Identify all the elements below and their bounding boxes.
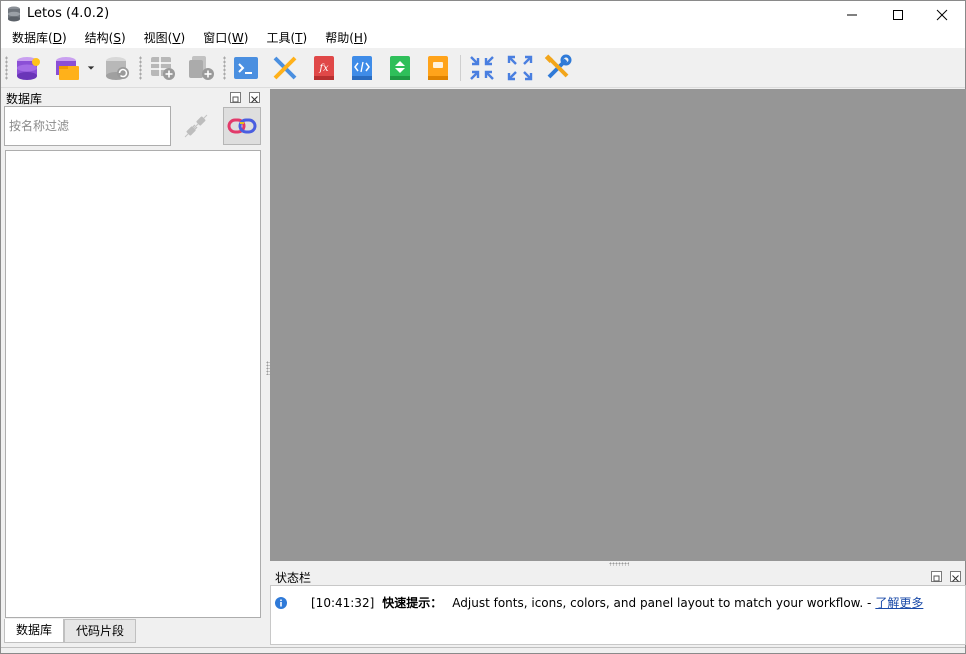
- svg-text:fx: fx: [318, 63, 329, 74]
- create-index-button[interactable]: [187, 53, 217, 83]
- app-database-icon: [8, 6, 20, 22]
- status-dock-float-button[interactable]: [931, 571, 942, 582]
- main-window: Letos (4.0.2) 数据库(D) 结构(S) 视图(V) 窗口(W) 工…: [0, 0, 966, 654]
- menu-bar: 数据库(D) 结构(S) 视图(V) 窗口(W) 工具(T) 帮助(H): [1, 28, 965, 48]
- connect-button[interactable]: [223, 107, 261, 145]
- export-button[interactable]: [385, 53, 415, 83]
- open-database-button[interactable]: [52, 53, 82, 83]
- collapse-button[interactable]: [467, 53, 497, 83]
- dropdown-arrow-icon: [87, 66, 95, 70]
- collapse-icon: [470, 56, 494, 80]
- window-bottom-border: [1, 647, 965, 648]
- close-icon: [251, 96, 258, 103]
- export-book-icon: [390, 56, 410, 80]
- close-icon: [952, 575, 959, 582]
- menu-structure[interactable]: 结构(S): [74, 28, 133, 48]
- status-message-row: [10:41:32] 快速提示： Adjust fonts, icons, co…: [275, 594, 923, 611]
- close-icon: [936, 9, 948, 20]
- status-timestamp: [10:41:32]: [311, 595, 375, 610]
- menu-view[interactable]: 视图(V): [133, 28, 193, 48]
- close-button[interactable]: [919, 1, 965, 28]
- database-tree[interactable]: [5, 150, 261, 618]
- left-dock-tabs: 数据库 代码片段: [4, 619, 137, 643]
- function-icon: fx: [314, 56, 334, 80]
- toolbar-separator: [460, 55, 461, 81]
- tab-code-snippets[interactable]: 代码片段: [64, 619, 137, 643]
- float-icon: [232, 96, 239, 103]
- main-toolbar: fx: [1, 48, 965, 88]
- database-dock: 数据库 按名称过滤 数据库 代码片段: [1, 89, 266, 645]
- title-bar: Letos (4.0.2): [1, 1, 965, 28]
- designer-button[interactable]: [270, 53, 300, 83]
- status-dock-close-button[interactable]: [950, 571, 961, 582]
- disconnect-plug-icon: [184, 114, 208, 138]
- tools-settings-button[interactable]: [543, 53, 573, 83]
- open-database-dropdown[interactable]: [83, 53, 99, 83]
- name-filter-input[interactable]: [4, 106, 171, 146]
- create-index-icon: [189, 56, 214, 80]
- create-table-icon: [151, 57, 175, 80]
- design-icon: [273, 56, 297, 80]
- status-tip-label: 快速提示：: [382, 596, 443, 610]
- connect-link-icon: [227, 118, 257, 134]
- maximize-icon: [893, 9, 903, 20]
- menu-window[interactable]: 窗口(W): [192, 28, 255, 48]
- window-title: Letos (4.0.2): [27, 6, 110, 21]
- settings-tools-icon: [544, 54, 572, 79]
- add-database-icon: [17, 57, 40, 80]
- toolbar-separator-grip: [139, 56, 142, 80]
- mdi-workspace[interactable]: [270, 89, 966, 561]
- menu-help[interactable]: 帮助(H): [314, 28, 374, 48]
- refresh-database-button[interactable]: [103, 53, 133, 83]
- float-icon: [933, 575, 940, 582]
- status-tip-message: Adjust fonts, icons, colors, and panel l…: [452, 595, 872, 610]
- import-book-icon: [428, 56, 448, 80]
- dock-float-button[interactable]: [230, 92, 241, 103]
- add-database-button[interactable]: [13, 53, 43, 83]
- database-dock-title: 数据库: [6, 92, 43, 106]
- expand-icon: [507, 55, 533, 81]
- status-dock-title: 状态栏: [275, 571, 312, 585]
- create-table-button[interactable]: [148, 53, 178, 83]
- learn-more-link[interactable]: 了解更多: [875, 594, 923, 611]
- import-button[interactable]: [423, 53, 453, 83]
- menu-tools[interactable]: 工具(T): [255, 28, 314, 48]
- code-editor-icon: [352, 56, 372, 80]
- menu-database[interactable]: 数据库(D): [1, 28, 74, 48]
- disconnect-button[interactable]: [179, 109, 213, 143]
- status-log: [10:41:32] 快速提示： Adjust fonts, icons, co…: [270, 585, 966, 645]
- status-dock: 状态栏 [10:41:32] 快速提示： Adjust fonts, icons…: [270, 566, 966, 646]
- open-database-icon: [56, 57, 79, 80]
- minimize-button[interactable]: [829, 1, 875, 28]
- sql-editor-icon: [234, 57, 258, 79]
- tab-database[interactable]: 数据库: [4, 619, 65, 643]
- function-button[interactable]: fx: [309, 53, 339, 83]
- expand-button[interactable]: [505, 53, 535, 83]
- sql-editor-button[interactable]: [231, 53, 261, 83]
- toolbar-grip[interactable]: [5, 56, 8, 80]
- code-editor-button[interactable]: [347, 53, 377, 83]
- maximize-button[interactable]: [875, 1, 921, 28]
- minimize-icon: [847, 14, 857, 15]
- refresh-database-icon: [106, 57, 129, 80]
- dock-close-button[interactable]: [249, 92, 260, 103]
- toolbar-separator-grip: [223, 56, 226, 80]
- info-icon: [275, 596, 287, 609]
